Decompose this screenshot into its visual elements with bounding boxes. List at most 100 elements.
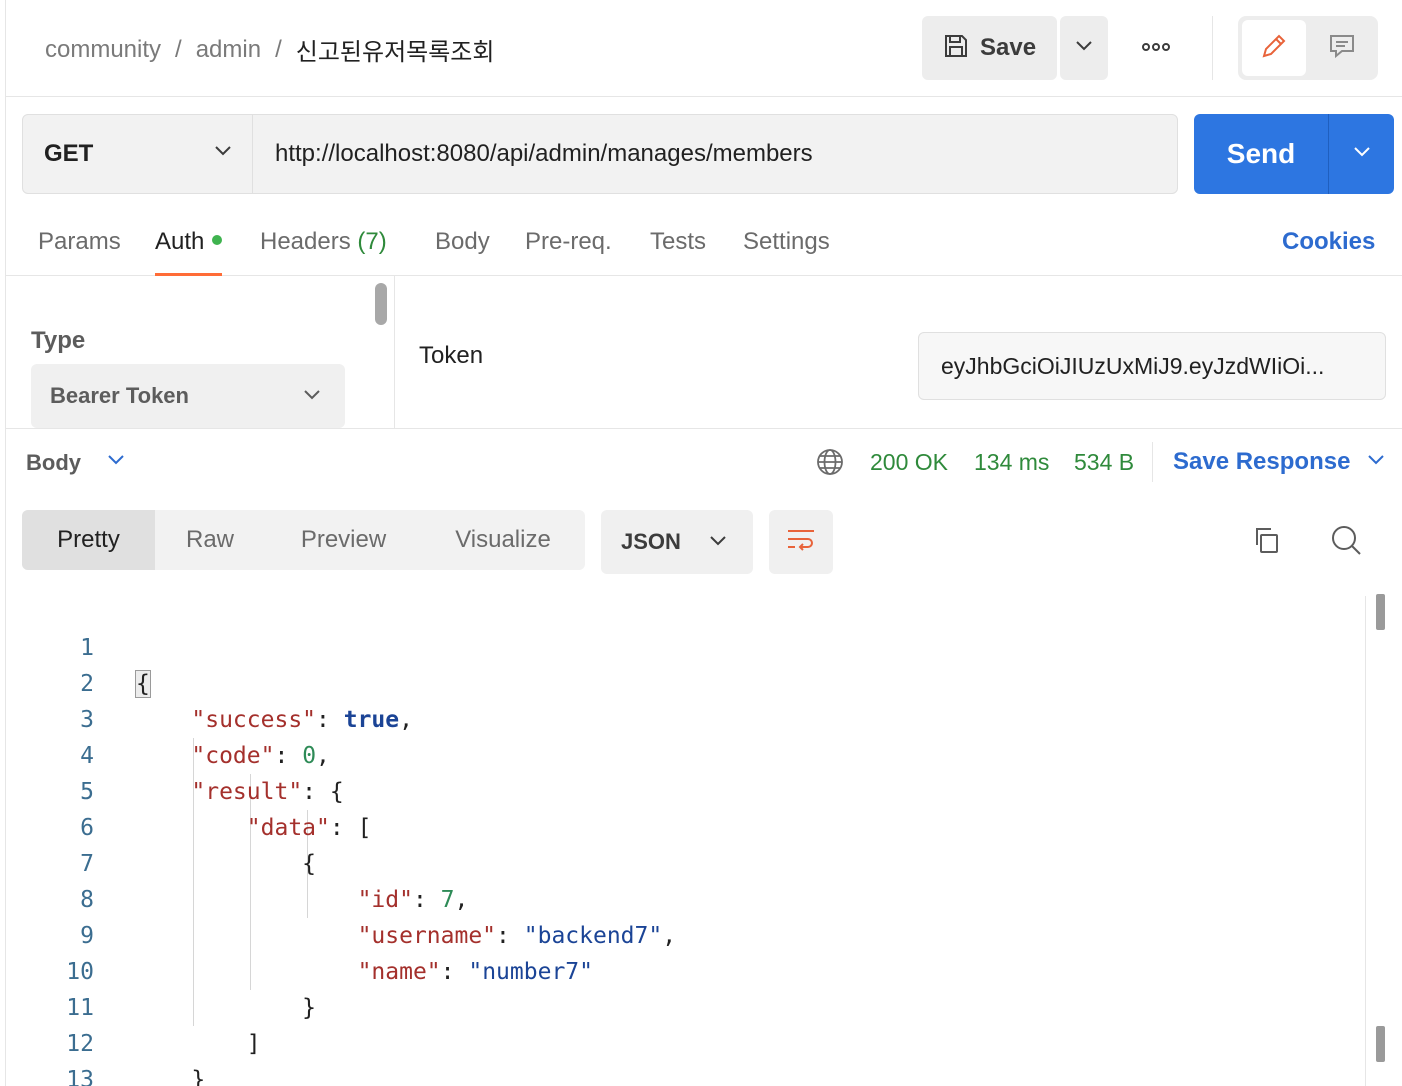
tab-body[interactable]: Body [435,228,490,276]
send-button[interactable]: Send [1194,114,1328,194]
response-bar: Body 200 OK 134 ms 534 B Save Response [6,430,1402,494]
tab-auth[interactable]: Auth [155,228,223,276]
response-body-viewer[interactable]: 1 { 2 "success": true, 3 "code": 0, 4 "r… [6,594,1364,1086]
code-line: 8 "username": "backend7", [6,846,1306,949]
method-select[interactable]: GET [23,115,253,193]
save-dropdown-button[interactable] [1060,16,1108,80]
scrollbar-thumb[interactable] [1376,594,1385,630]
code-line: 3 "code": 0, [6,666,1306,769]
chevron-down-icon [214,144,232,162]
tab-label: Pre-req. [525,228,612,255]
tab-label: Settings [743,228,830,255]
breadcrumb-folder[interactable]: admin [196,36,261,64]
response-view-tabs: Pretty Raw Preview Visualize [22,510,585,570]
code-text: } [136,1067,206,1086]
code-scrollbar-track[interactable] [1365,596,1366,1086]
comment-mode-button[interactable] [1310,20,1374,76]
breadcrumb-collection[interactable]: community [45,36,161,64]
ellipsis-icon [1141,39,1171,57]
line-number: 13 [66,1067,94,1086]
save-label: Save [980,34,1037,61]
comment-icon [1328,32,1356,65]
code-line: 13 } [6,1026,1306,1086]
tab-settings[interactable]: Settings [743,228,830,276]
more-actions-button[interactable] [1131,28,1181,68]
token-label: Token [419,342,484,369]
breadcrumb: community / admin / 신고된유저목록조회 [45,32,494,67]
copy-button[interactable] [1246,522,1286,562]
chevron-down-icon [1353,145,1371,163]
save-button[interactable]: Save [922,16,1057,80]
chevron-down-icon[interactable] [106,453,126,472]
breadcrumb-separator: / [275,35,282,63]
breadcrumb-separator: / [175,35,182,63]
code-line: 11 ] [6,954,1306,1057]
response-size[interactable]: 534 B [1074,449,1134,476]
method-label: GET [44,140,94,167]
search-icon [1330,524,1362,561]
send-dropdown-button[interactable] [1329,114,1394,194]
wrap-lines-button[interactable] [769,510,833,574]
tab-tests[interactable]: Tests [650,228,706,276]
chevron-down-icon [709,534,727,552]
auth-panel: Type Bearer Token Token eyJhbGciOiJIUzUx… [6,276,1402,429]
tab-prereq[interactable]: Pre-req. [525,228,612,276]
tab-label: Body [435,228,490,255]
code-line: 12 } [6,990,1306,1086]
code-line: 7 "id": 7, [6,810,1306,913]
request-tabs: Params Auth Headers (7) Body Pre-req. Te… [6,214,1402,276]
tab-params[interactable]: Params [38,228,121,276]
save-response-button[interactable]: Save Response [1173,448,1350,476]
headers-count: (7) [357,228,387,255]
response-body-label[interactable]: Body [26,450,81,476]
code-line: 9 "name": "number7" [6,882,1306,985]
tab-headers[interactable]: Headers (7) [260,228,387,276]
header-divider [1212,16,1213,80]
response-time[interactable]: 134 ms [974,449,1049,476]
view-tab-preview[interactable]: Preview [280,510,407,570]
pencil-icon [1260,32,1288,65]
token-value: eyJhbGciOiJIUzUxMiJ9.eyJzdWIiOi... [941,352,1325,379]
auth-status-dot [212,235,223,245]
send-button-group: Send [1194,114,1394,194]
code-line: 6 { [6,774,1306,877]
tab-label: Tests [650,228,707,255]
code-line: 10 } [6,918,1306,1021]
mode-toggle [1238,16,1378,80]
view-tab-visualize[interactable]: Visualize [432,510,574,570]
format-value: JSON [621,529,681,554]
format-select[interactable]: JSON [601,510,753,574]
url-input[interactable]: http://localhost:8080/api/admin/manages/… [275,140,813,168]
request-name[interactable]: 신고된유저목록조회 [296,32,495,67]
auth-type-section: Type Bearer Token [6,276,395,428]
cookies-link[interactable]: Cookies [1282,228,1375,256]
globe-icon[interactable] [815,447,845,482]
save-icon [942,32,970,65]
auth-type-select[interactable]: Bearer Token [31,364,345,428]
chevron-down-icon [303,388,321,406]
tab-label: Auth [155,228,205,255]
search-button[interactable] [1325,522,1367,562]
copy-icon [1251,525,1281,560]
url-bar: GET http://localhost:8080/api/admin/mana… [22,114,1178,194]
auth-type-label: Type [31,327,86,354]
tab-label: Headers [260,228,351,255]
edit-mode-button[interactable] [1242,20,1306,76]
view-tab-pretty[interactable]: Pretty [22,510,155,570]
response-divider [1152,442,1153,482]
wrap-lines-icon [785,526,817,559]
code-line: 2 "success": true, [6,630,1306,733]
code-line: 4 "result": { [6,702,1306,805]
code-line: 1 { [6,594,1306,698]
code-line: 5 "data": [ [6,738,1306,841]
chevron-down-icon[interactable] [1366,453,1386,472]
auth-type-value: Bearer Token [50,383,189,408]
view-tab-raw[interactable]: Raw [155,510,265,570]
scrollbar-thumb[interactable] [1376,1026,1385,1062]
token-input[interactable]: eyJhbGciOiJIUzUxMiJ9.eyJzdWIiOi... [918,332,1386,400]
scrollbar-thumb[interactable] [375,283,387,325]
chevron-down-icon [1075,39,1093,57]
tab-label: Params [38,228,121,255]
request-header: community / admin / 신고된유저목록조회 Save [6,0,1402,97]
status-code[interactable]: 200 OK [870,449,948,476]
